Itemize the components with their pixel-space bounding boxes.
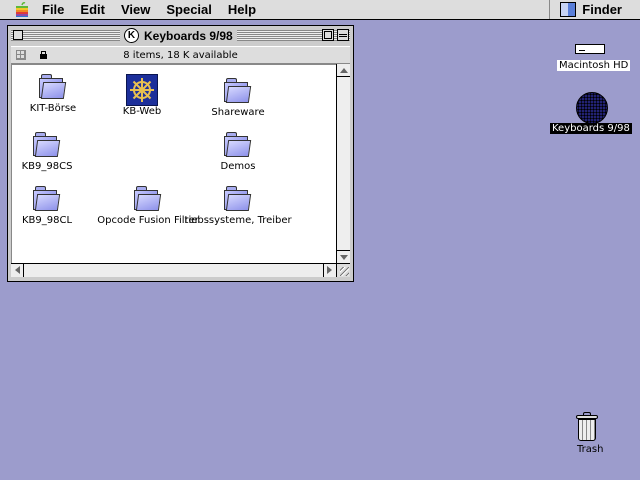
application-menu[interactable]: Finder [549,0,640,19]
item-label: Shareware [211,107,265,118]
disk-label: Keyboards 9/98 [550,123,632,134]
trash-icon [576,412,598,442]
scroll-up-arrow-icon[interactable] [340,68,348,73]
window-title: K Keyboards 9/98 [120,27,237,44]
item-label: riebssysteme, Treiber [184,215,292,226]
scroll-right-arrow-icon[interactable] [327,266,332,274]
window-content: KIT-Börse KB-Web Shareware KB9_98CS Demo… [11,64,336,263]
app-name: Finder [582,2,622,17]
menu-view[interactable]: View [121,2,150,17]
item-label: KB9_98CL [21,215,73,226]
collapse-box[interactable] [337,29,349,41]
folder-item[interactable]: Opcode Fusion Filter [97,183,199,235]
close-box[interactable] [13,30,23,40]
apple-menu-icon[interactable] [14,1,30,18]
folder-icon [224,129,252,159]
folder-icon [39,71,67,101]
folder-icon [134,183,162,213]
folder-icon [33,129,61,159]
macintosh-hd-item[interactable]: Macintosh HD [557,44,631,74]
resize-grow-box[interactable] [336,263,350,277]
scroll-down-arrow-icon[interactable] [340,255,348,260]
window-title-text: Keyboards 9/98 [144,28,233,43]
folder-item[interactable]: KB9_98CL [12,183,92,235]
folder-icon [224,183,252,213]
disk-icon [576,92,608,124]
menu-special[interactable]: Special [166,2,212,17]
vertical-scrollbar[interactable] [336,64,350,263]
folder-icon [33,183,61,213]
item-label: Demos [220,161,256,172]
status-text: 8 items, 18 K available [123,49,238,61]
hard-drive-icon [575,44,605,54]
item-label: KB-Web [122,106,162,117]
menu-file[interactable]: File [42,2,64,17]
folder-item[interactable]: Demos [193,129,283,181]
window-title-bar[interactable]: K Keyboards 9/98 [8,26,353,45]
trash-label: Trash [577,444,604,455]
folder-item[interactable]: riebssysteme, Treiber [184,183,292,235]
keyboards-disk-item[interactable]: Keyboards 9/98 [550,92,636,138]
menu-edit[interactable]: Edit [80,2,105,17]
scroll-left-arrow-icon[interactable] [15,266,20,274]
finder-window: K Keyboards 9/98 8 items, 18 K available… [7,25,354,282]
folder-item[interactable]: KB9_98CS [12,129,92,181]
hard-drive-label: Macintosh HD [557,60,631,71]
horizontal-scrollbar[interactable] [11,263,336,277]
folder-icon [224,75,252,105]
menu-help[interactable]: Help [228,2,256,17]
disk-k-icon: K [124,28,139,43]
folder-item[interactable]: Shareware [193,75,283,127]
zoom-box[interactable] [322,29,334,41]
folder-item[interactable]: KIT-Börse [12,71,98,123]
menu-bar: File Edit View Special Help Finder [0,0,640,20]
app-item[interactable]: KB-Web [97,74,187,126]
kb-web-app-icon [126,74,158,106]
window-info-bar: 8 items, 18 K available [11,46,350,64]
item-label: KB9_98CS [21,161,73,172]
trash-item[interactable]: Trash [575,412,615,458]
finder-icon [560,2,577,17]
